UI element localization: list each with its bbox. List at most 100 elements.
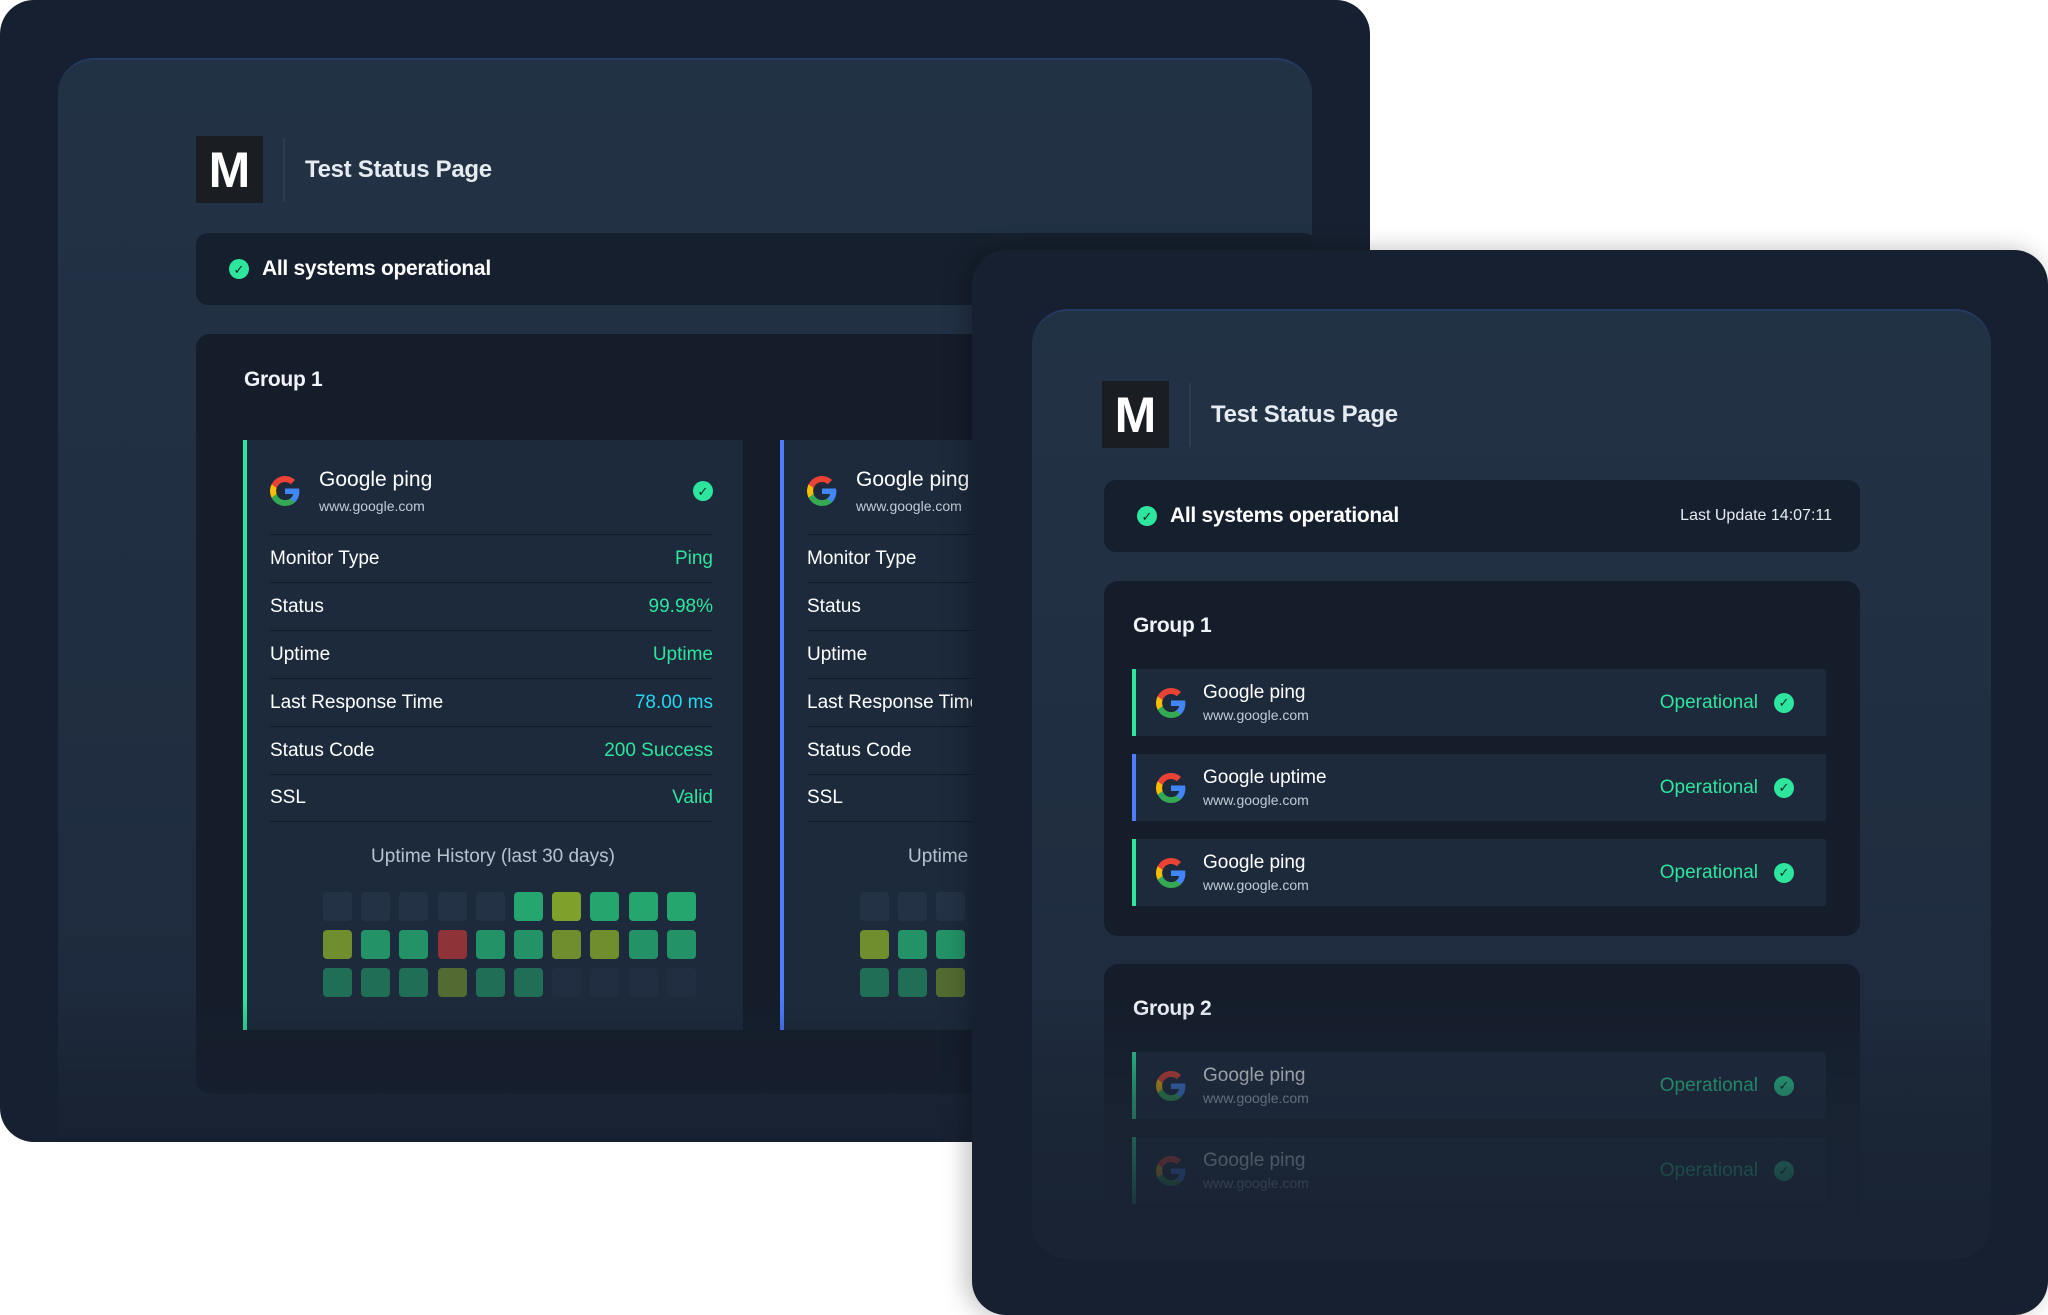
- last-update-time: Last Update 14:07:11: [1680, 507, 1832, 524]
- uptime-history-grid: [323, 892, 696, 997]
- monitor-names: Google ping www.google.com: [1203, 852, 1309, 893]
- uptime-day-up: [399, 930, 429, 959]
- uptime-day-up: [666, 930, 696, 959]
- uptime-day-warn: [552, 930, 582, 959]
- monitor-row[interactable]: Google ping www.google.com Operational ✓: [1132, 1052, 1826, 1119]
- detail-label: SSL: [270, 787, 306, 808]
- uptime-day-none: [590, 968, 620, 997]
- monitor-row[interactable]: Google ping www.google.com Operational ✓: [1132, 839, 1826, 906]
- monitor-status: Operational: [1659, 1159, 1758, 1181]
- uptime-day-warn: [936, 968, 966, 997]
- uptime-day-warn: [860, 930, 889, 959]
- uptime-day-up: [898, 968, 928, 997]
- uptime-day-none: [552, 968, 582, 997]
- detail-label: Status Code: [270, 739, 375, 761]
- detail-value: Uptime: [652, 643, 713, 665]
- uptime-day-none: [361, 892, 391, 921]
- monitor-name: Google ping: [856, 468, 970, 492]
- google-icon: [1156, 687, 1186, 718]
- detail-value: 200 Success: [604, 739, 713, 761]
- detail-label: Monitor Type: [807, 547, 917, 569]
- detail-label: Last Response Time: [270, 691, 444, 713]
- monitor-group: Group 1 Google ping www.google.com Opera…: [1104, 581, 1860, 936]
- uptime-day-up: [361, 968, 391, 997]
- logo[interactable]: M: [196, 136, 263, 203]
- detail-label: Status: [807, 595, 861, 617]
- uptime-day-up: [475, 968, 505, 997]
- check-circle-icon: ✓: [693, 481, 713, 501]
- uptime-day-warn: [590, 930, 620, 959]
- detail-value: 99.98%: [648, 595, 713, 617]
- uptime-day-up: [323, 968, 352, 997]
- monitor-url: www.google.com: [1203, 707, 1309, 723]
- monitor-url: www.google.com: [1203, 1175, 1309, 1191]
- uptime-day-none: [936, 892, 966, 921]
- card-names: Google ping www.google.com: [319, 468, 432, 513]
- page-title: Test Status Page: [1211, 400, 1398, 428]
- detail-label: Uptime: [807, 643, 868, 665]
- monitor-name: Google uptime: [1203, 767, 1327, 788]
- detail-row-ssl: SSL Valid: [270, 774, 713, 822]
- uptime-day-none: [666, 968, 696, 997]
- row-accent-bar: [1132, 839, 1136, 906]
- monitor-name: Google ping: [1203, 1065, 1306, 1086]
- uptime-day-up: [898, 930, 928, 959]
- row-accent-bar: [1132, 754, 1136, 821]
- status-page-panel: M Test Status Page ✓ All systems operati…: [1032, 309, 1991, 1259]
- detail-value: Valid: [672, 787, 713, 808]
- system-status-text: All systems operational: [262, 257, 491, 280]
- uptime-day-up: [513, 930, 543, 959]
- uptime-day-up: [513, 892, 543, 921]
- detail-label: Uptime: [270, 643, 331, 665]
- logo[interactable]: M: [1102, 381, 1169, 448]
- check-circle-icon: ✓: [229, 259, 249, 279]
- uptime-day-up: [628, 930, 658, 959]
- check-circle-icon: ✓: [1137, 506, 1157, 526]
- monitor-status: Operational: [1659, 1074, 1758, 1096]
- group-title: Group 1: [244, 368, 323, 391]
- google-icon: [1156, 772, 1186, 803]
- uptime-day-up: [475, 930, 505, 959]
- detail-row-status: Status 99.98%: [270, 582, 713, 630]
- uptime-day-none: [437, 892, 467, 921]
- detail-row-status-code: Status Code 200 Success: [270, 726, 713, 774]
- monitor-names: Google ping www.google.com: [1203, 1150, 1309, 1191]
- monitor-row[interactable]: Google ping www.google.com Operational ✓: [1132, 1137, 1826, 1204]
- monitor-row[interactable]: Google ping www.google.com Operational ✓: [1132, 669, 1826, 736]
- detail-row-monitor-type: Monitor Type Ping: [270, 534, 713, 582]
- uptime-day-none: [475, 892, 505, 921]
- uptime-day-none: [898, 892, 928, 921]
- uptime-day-down: [437, 930, 467, 959]
- google-icon: [1156, 1070, 1186, 1101]
- monitor-status: Operational: [1659, 861, 1758, 883]
- monitor-row[interactable]: Google uptime www.google.com Operational…: [1132, 754, 1826, 821]
- check-circle-icon: ✓: [1774, 692, 1794, 713]
- detail-label: Status Code: [807, 739, 912, 761]
- row-accent-bar: [1132, 669, 1136, 736]
- monitor-card[interactable]: Google ping www.google.com ✓ Monitor Typ…: [243, 440, 743, 1030]
- detail-value: 78.00 ms: [634, 691, 713, 713]
- monitor-name: Google ping: [1203, 682, 1306, 703]
- row-accent-bar: [1132, 1137, 1136, 1204]
- monitor-url: www.google.com: [1203, 1090, 1309, 1106]
- monitor-names: Google ping www.google.com: [1203, 1065, 1309, 1106]
- header-divider: [1189, 382, 1191, 447]
- uptime-day-up: [936, 930, 966, 959]
- uptime-day-none: [860, 892, 889, 921]
- status-page-window-compact: M Test Status Page ✓ All systems operati…: [972, 250, 2048, 1315]
- google-icon: [1156, 1155, 1186, 1186]
- check-circle-icon: ✓: [1774, 862, 1794, 883]
- monitor-names: Google ping www.google.com: [1203, 682, 1309, 723]
- page-header: M Test Status Page: [1102, 381, 1398, 448]
- uptime-day-warn: [437, 968, 467, 997]
- header-divider: [283, 137, 285, 202]
- detail-label: Monitor Type: [270, 547, 380, 569]
- uptime-day-none: [399, 892, 429, 921]
- uptime-day-up: [666, 892, 696, 921]
- monitor-url: www.google.com: [1203, 792, 1309, 808]
- card-accent-bar: [243, 440, 247, 1030]
- check-circle-icon: ✓: [1774, 777, 1794, 798]
- uptime-day-up: [361, 930, 391, 959]
- page-header: M Test Status Page: [196, 136, 492, 203]
- uptime-day-up: [590, 892, 620, 921]
